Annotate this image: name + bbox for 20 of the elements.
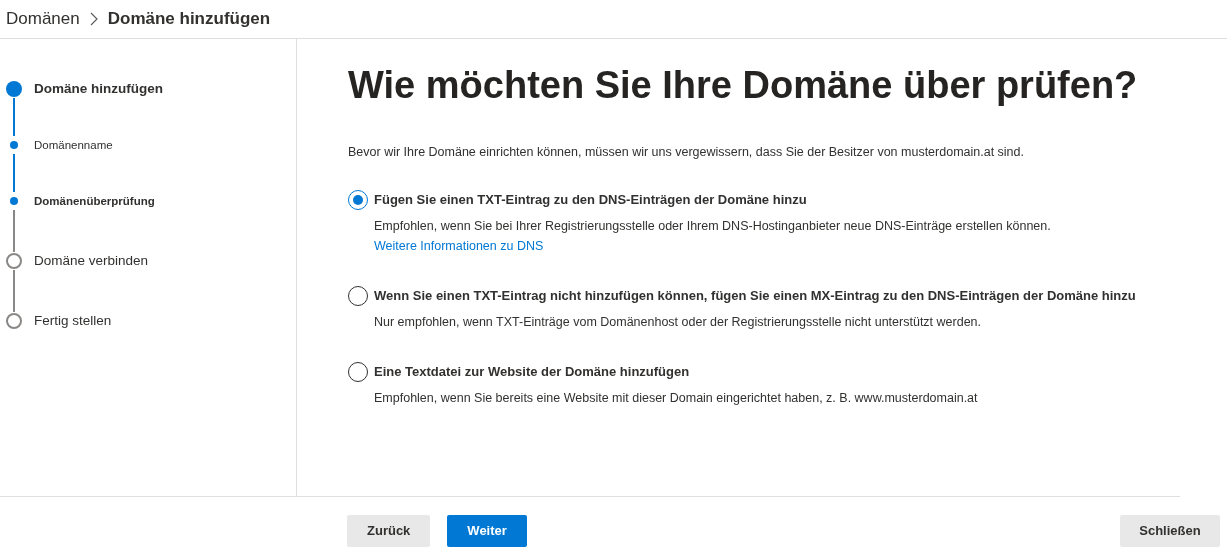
option-label[interactable]: Eine Textdatei zur Website der Domäne hinzufügen [374, 363, 1174, 380]
step-label: Fertig stellen [34, 313, 112, 329]
option-description: Empfohlen, wenn Sie bereits eine Website mit dieser Domain eingerichtet haben, z. B. www.musterdomain.at [374, 389, 979, 407]
dns-info-link[interactable]: Weitere Informationen zu DNS [374, 238, 544, 253]
breadcrumb-link[interactable]: Domänen [6, 6, 80, 32]
step-label: Domäne hinzufügen [34, 81, 163, 97]
option-description: Nur empfohlen, wenn TXT-Einträge vom Domänenhost oder der Registrierungsstelle nicht unterstützt werden. [374, 313, 983, 331]
next-button[interactable]: Weiter [447, 515, 527, 547]
step-label: Domänenname [34, 138, 113, 153]
step-label: Domänenüberprüfung [34, 194, 155, 209]
option-label[interactable]: Fügen Sie einen TXT-Eintrag zu den DNS-Einträgen der Domäne hinzu [374, 191, 1174, 208]
heading: Wie möchten Sie Ihre Domäne über prüfen? [348, 63, 1139, 108]
step-label: Domäne verbinden [34, 253, 149, 269]
close-button[interactable]: Schließen [1120, 515, 1220, 547]
option-description: Empfohlen, wenn Sie bei Ihrer Registrierungsstelle oder Ihrem DNS-Hostinganbieter neue DNS-Einträge erstellen können. Weitere Informationen zu DNS [374, 217, 1052, 255]
back-button[interactable]: Zurück [347, 515, 431, 547]
intro-text: Bevor wir Ihre Domäne einrichten können, müssen wir uns vergewissern, dass Sie der Besitzer von musterdomain.at sind. [348, 144, 1025, 161]
chevron-right-icon [89, 12, 98, 26]
option-label[interactable]: Wenn Sie einen TXT-Eintrag nicht hinzufügen können, fügen Sie einen MX-Eintrag zu den DNS-Einträgen der Domäne hinzu [374, 287, 1174, 304]
page-title: Domäne hinzufügen [107, 8, 271, 31]
